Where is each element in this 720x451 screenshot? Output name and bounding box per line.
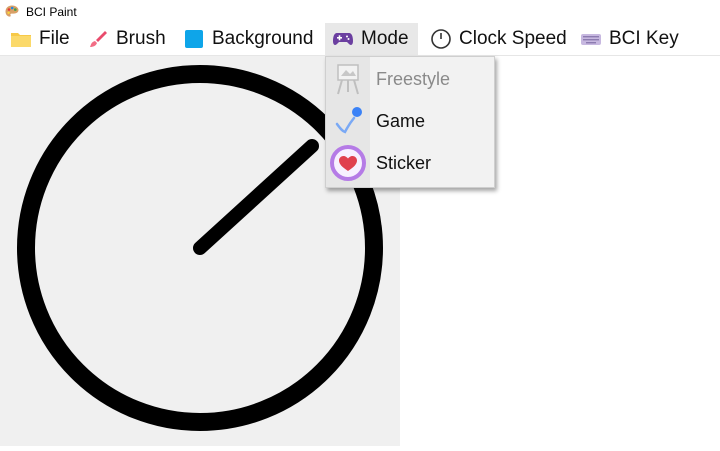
mode-dropdown-menu: Freestyle Game Sticker bbox=[325, 56, 495, 188]
menu-file-label: File bbox=[39, 28, 70, 49]
window-title: BCI Paint bbox=[26, 4, 77, 19]
menu-clock-speed[interactable]: Clock Speed bbox=[430, 23, 567, 55]
brush-icon bbox=[87, 28, 109, 50]
menu-background-label: Background bbox=[212, 28, 314, 49]
game-target-icon bbox=[329, 102, 367, 140]
paint-palette-icon bbox=[5, 5, 19, 17]
color-square-icon bbox=[183, 28, 205, 50]
title-bar: BCI Paint bbox=[0, 0, 720, 23]
clock-icon bbox=[430, 28, 452, 50]
dropdown-item-freestyle[interactable]: Freestyle bbox=[326, 59, 494, 99]
menu-bci-key[interactable]: BCI Key bbox=[580, 23, 679, 55]
menu-mode-label: Mode bbox=[361, 28, 409, 49]
menu-bci-key-label: BCI Key bbox=[609, 28, 679, 49]
dropdown-item-sticker-label: Sticker bbox=[376, 152, 432, 173]
dropdown-item-game[interactable]: Game bbox=[326, 101, 494, 141]
menu-brush-label: Brush bbox=[116, 28, 166, 49]
gamepad-icon bbox=[332, 28, 354, 50]
menu-brush[interactable]: Brush bbox=[87, 23, 166, 55]
menu-mode[interactable]: Mode bbox=[325, 23, 418, 55]
dropdown-item-sticker[interactable]: Sticker bbox=[326, 143, 494, 183]
menu-file[interactable]: File bbox=[10, 23, 70, 55]
keyboard-icon bbox=[580, 28, 602, 50]
folder-icon bbox=[10, 28, 32, 50]
dropdown-item-freestyle-label: Freestyle bbox=[376, 68, 451, 89]
dropdown-item-game-label: Game bbox=[376, 110, 426, 131]
menu-clock-speed-label: Clock Speed bbox=[459, 28, 567, 49]
menu-bar: File Brush Background Mode Clock Speed B… bbox=[0, 23, 720, 56]
drawn-line bbox=[193, 139, 319, 255]
heart-sticker-icon bbox=[329, 144, 367, 182]
easel-icon bbox=[329, 60, 367, 98]
menu-background[interactable]: Background bbox=[183, 23, 313, 55]
